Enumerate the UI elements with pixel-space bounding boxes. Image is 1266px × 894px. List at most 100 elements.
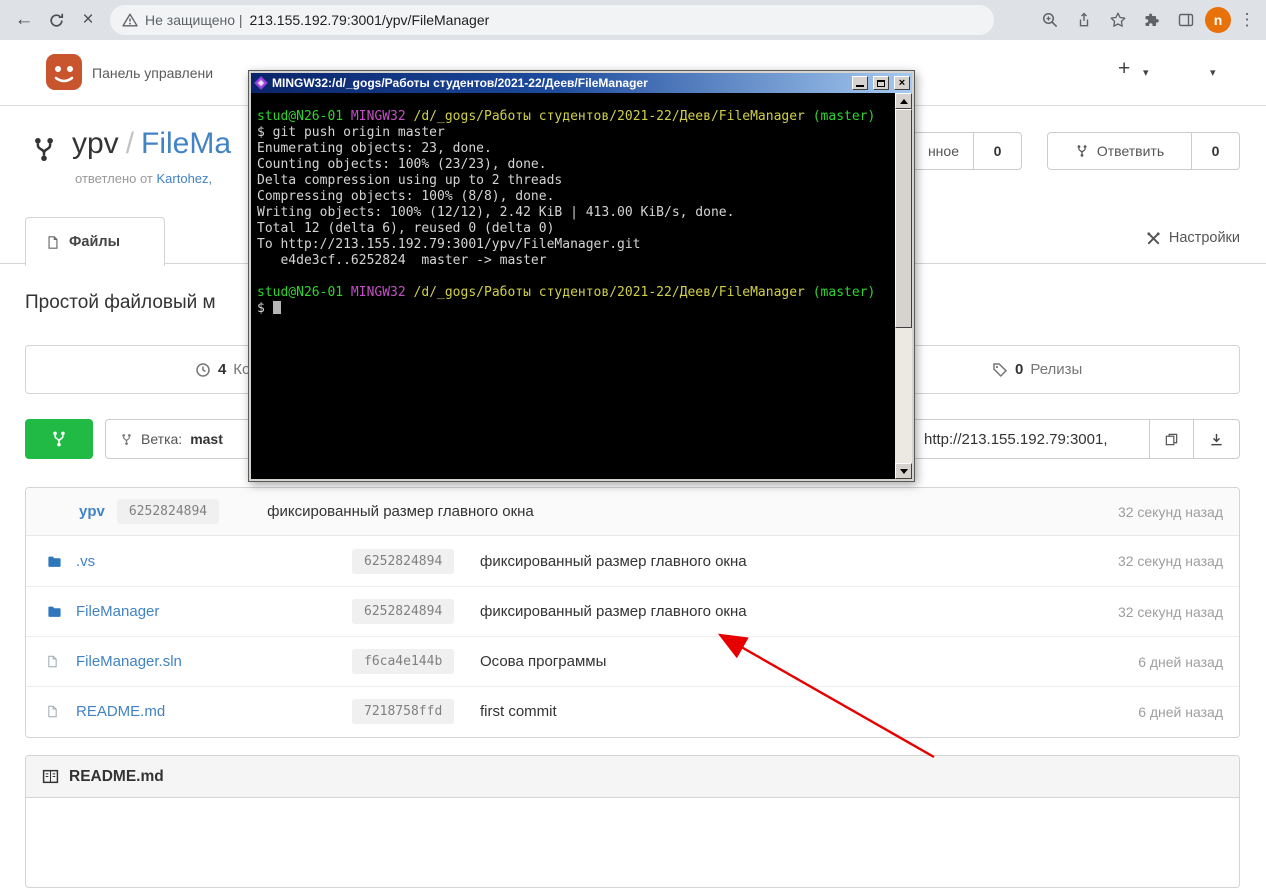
commit-message-link[interactable]: фиксированный размер главного окна	[480, 553, 747, 570]
commit-hash-cell: f6ca4e144b	[352, 649, 480, 674]
commit-hash-badge[interactable]: 6252824894	[117, 499, 219, 524]
fork-count[interactable]: 0	[1191, 133, 1239, 169]
star-button-label: нное	[928, 143, 959, 159]
commit-time: 32 секунд назад	[1118, 553, 1223, 569]
scroll-down-icon	[900, 469, 908, 474]
commit-time: 6 дней назад	[1138, 654, 1223, 670]
scrollbar-track[interactable]	[895, 109, 912, 463]
commit-hash-badge[interactable]: 6252824894	[352, 549, 454, 574]
commit-hash-cell: 6252824894	[352, 549, 480, 574]
address-bar[interactable]: Не защищено | 213.155.192.79:3001/ypv/Fi…	[110, 5, 994, 35]
scroll-down-button[interactable]	[895, 463, 912, 479]
table-row: FileManager6252824894 фиксированный разме…	[26, 586, 1239, 636]
close-icon: ×	[899, 78, 905, 88]
browser-menu-icon[interactable]: ⋮	[1236, 10, 1258, 30]
branch-small-icon	[120, 433, 133, 446]
terminal-window: MINGW32:/d/_gogs/Работы студентов/2021-2…	[248, 70, 915, 482]
repo-fork-mega-icon	[30, 133, 58, 166]
nav-dashboard-link[interactable]: Панель управлени	[92, 65, 213, 81]
file-icon	[46, 654, 68, 669]
fork-button-group: Ответвить 0	[1047, 132, 1240, 170]
minimize-button[interactable]	[852, 76, 868, 90]
table-row: README.md7218758ffd first commit 6 дней на…	[26, 686, 1239, 736]
scroll-up-button[interactable]	[895, 93, 912, 109]
commit-time: 6 дней назад	[1138, 704, 1223, 720]
commit-message-link[interactable]: first commit	[480, 703, 557, 720]
security-label: Не защищено |	[145, 12, 243, 28]
repo-breadcrumb: ypv/FileMa	[72, 127, 231, 161]
commit-hash-badge[interactable]: f6ca4e144b	[352, 649, 454, 674]
commit-message-link[interactable]: Осова программы	[480, 653, 606, 670]
table-row: .vs6252824894 фиксированный размер главно…	[26, 536, 1239, 586]
releases-count: 0	[1015, 361, 1023, 378]
star-count[interactable]: 0	[973, 133, 1021, 169]
branch-label: Ветка:	[141, 431, 182, 447]
commit-hash-badge[interactable]: 7218758ffd	[352, 699, 454, 724]
folder-icon	[46, 554, 68, 569]
latest-commit-row: ypv 6252824894 фиксированный размер глав…	[26, 488, 1239, 536]
breadcrumb-separator: /	[126, 127, 134, 160]
gogs-logo[interactable]	[44, 52, 84, 92]
file-link[interactable]: FileManager	[76, 603, 352, 620]
not-secure-icon[interactable]	[122, 12, 138, 28]
forked-from-label: ответлено от	[75, 171, 153, 186]
terminal-titlebar[interactable]: MINGW32:/d/_gogs/Работы студентов/2021-2…	[251, 73, 912, 93]
clone-url-input[interactable]: http://213.155.192.79:3001,	[905, 419, 1150, 459]
repo-owner-link[interactable]: ypv	[72, 127, 119, 160]
scrollbar-thumb[interactable]	[895, 109, 912, 328]
stop-button[interactable]: ×	[72, 4, 104, 36]
plus-dropdown-caret-icon[interactable]: ▾	[1143, 66, 1149, 79]
tab-files[interactable]: Файлы	[25, 217, 165, 266]
commit-hash-badge[interactable]: 6252824894	[352, 599, 454, 624]
new-repo-plus-button[interactable]: +	[1118, 57, 1130, 81]
commit-time: 32 секунд назад	[1118, 504, 1223, 520]
commit-message-link[interactable]: фиксированный размер главного окна	[480, 603, 747, 620]
commit-hash-cell: 6252824894	[352, 599, 480, 624]
copy-url-button[interactable]	[1149, 419, 1194, 459]
minimize-icon	[856, 85, 864, 87]
share-icon[interactable]	[1069, 6, 1098, 35]
extensions-puzzle-icon[interactable]	[1137, 6, 1166, 35]
tab-settings[interactable]: Настройки	[1146, 230, 1240, 246]
readme-title: README.md	[69, 768, 164, 786]
user-dropdown-caret-icon[interactable]: ▾	[1210, 66, 1216, 79]
branch-icon	[50, 430, 68, 448]
file-tab-icon	[46, 235, 60, 250]
fork-button[interactable]: Ответвить	[1048, 133, 1191, 169]
close-window-button[interactable]: ×	[894, 76, 910, 90]
browser-profile-avatar[interactable]: n	[1205, 7, 1231, 33]
branch-name: mast	[190, 431, 223, 447]
download-button[interactable]	[1193, 419, 1240, 459]
fork-button-label: Ответвить	[1097, 143, 1164, 159]
terminal-body: stud@N26-01 MINGW32 /d/_gogs/Работы студ…	[251, 93, 912, 479]
maximize-icon	[877, 80, 885, 87]
commit-hash-cell: 7218758ffd	[352, 699, 480, 724]
tab-files-label: Файлы	[69, 234, 120, 250]
zoom-icon[interactable]	[1035, 6, 1064, 35]
forked-from-link[interactable]: Kartohez,	[157, 171, 213, 186]
releases-label: Релизы	[1030, 361, 1082, 378]
tag-icon	[992, 362, 1008, 378]
commit-message-link[interactable]: фиксированный размер главного окна	[267, 503, 534, 520]
clone-url-text: http://213.155.192.79:3001,	[924, 431, 1108, 448]
branch-compare-button[interactable]	[25, 419, 93, 459]
repo-name-link[interactable]: FileMa	[141, 127, 231, 160]
browser-toolbar: ← × Не защищено | 213.155.192.79:3001/yp…	[0, 0, 1266, 40]
back-button[interactable]: ←	[8, 4, 40, 36]
scroll-up-icon	[900, 99, 908, 104]
readme-icon	[42, 768, 59, 785]
url-text: 213.155.192.79:3001/ypv/FileManager	[250, 12, 490, 28]
commit-author-link[interactable]: ypv	[79, 503, 105, 520]
file-icon	[46, 704, 68, 719]
bookmark-star-icon[interactable]	[1103, 6, 1132, 35]
file-link[interactable]: README.md	[76, 703, 352, 720]
history-icon	[195, 362, 211, 378]
terminal-scrollbar[interactable]	[895, 93, 912, 479]
file-link[interactable]: FileManager.sln	[76, 653, 352, 670]
side-panel-icon[interactable]	[1171, 6, 1200, 35]
file-link[interactable]: .vs	[76, 553, 352, 570]
fork-icon	[1075, 144, 1089, 158]
reload-button[interactable]	[40, 4, 72, 36]
terminal-title: MINGW32:/d/_gogs/Работы студентов/2021-2…	[272, 76, 847, 90]
maximize-button[interactable]	[873, 76, 889, 90]
